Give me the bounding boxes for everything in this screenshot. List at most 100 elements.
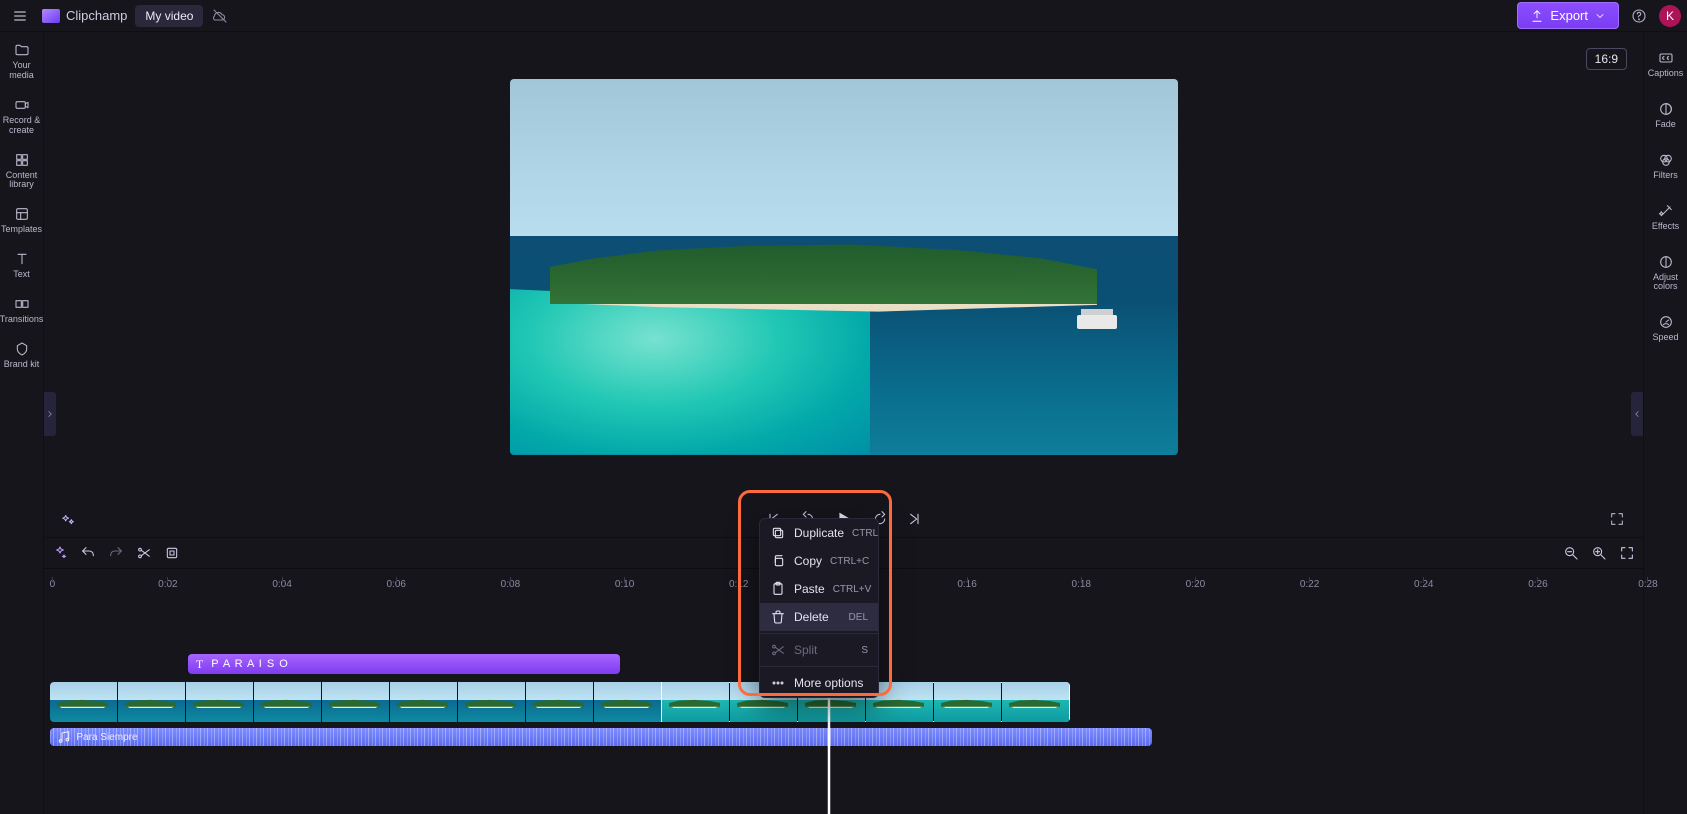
- left-rail-folder[interactable]: Your media: [0, 40, 43, 83]
- zoom-fit-button[interactable]: [1619, 545, 1635, 561]
- rail-label: Fade: [1655, 120, 1676, 130]
- right-sidebar: Captions Fade Filters Effects Adjust colors S…: [1643, 32, 1687, 814]
- preview-area: 16:9: [44, 32, 1643, 537]
- effects-icon: [1658, 203, 1674, 219]
- ctx-split: SplitS: [760, 636, 878, 664]
- fullscreen-button[interactable]: [1603, 507, 1631, 531]
- ai-magic-button[interactable]: [54, 507, 82, 531]
- ruler-tick: 0:26: [1528, 569, 1547, 594]
- transitions-icon: [14, 296, 30, 312]
- video-thumb: [186, 682, 254, 722]
- ruler-tick: 0:24: [1414, 569, 1433, 594]
- left-rail-text[interactable]: Text: [0, 249, 43, 282]
- rail-label: Speed: [1652, 333, 1678, 343]
- left-rail-transitions[interactable]: Transitions: [0, 294, 43, 327]
- right-rail-adjust[interactable]: Adjust colors: [1644, 252, 1687, 295]
- video-thumb: [390, 682, 458, 722]
- video-clip[interactable]: [50, 682, 662, 722]
- rail-label: Effects: [1652, 222, 1679, 232]
- left-rail-brand[interactable]: Brand kit: [0, 339, 43, 372]
- ctx-shortcut: CTRL+C: [830, 556, 869, 567]
- left-rail-camera[interactable]: Record & create: [0, 95, 43, 138]
- adjust-icon: [1658, 254, 1674, 270]
- ruler-tick: 0:18: [1072, 569, 1091, 594]
- video-thumb: [934, 682, 1002, 722]
- rail-label: Captions: [1648, 69, 1684, 79]
- menu-button[interactable]: [6, 2, 34, 30]
- ctx-copy[interactable]: CopyCTRL+C: [760, 547, 878, 575]
- ctx-shortcut: DEL: [849, 612, 868, 623]
- ctx-shortcut: CTRL+D: [852, 528, 879, 539]
- video-thumb: [1002, 682, 1070, 722]
- right-rail-effects[interactable]: Effects: [1644, 201, 1687, 234]
- video-track[interactable]: [50, 682, 1070, 722]
- ctx-more-options[interactable]: More options: [760, 669, 878, 697]
- rail-label: Transitions: [0, 315, 43, 325]
- left-sidebar: Your media Record & create Content library…: [0, 32, 44, 814]
- cc-icon: [1658, 50, 1674, 66]
- grid-icon: [14, 152, 30, 168]
- ctx-delete[interactable]: Delete DEL: [760, 603, 878, 631]
- camera-icon: [14, 97, 30, 113]
- audio-clip-label: Para Siempre: [76, 732, 137, 743]
- undo-button[interactable]: [80, 545, 96, 561]
- rail-label: Filters: [1653, 171, 1678, 181]
- ctx-label: More options: [794, 676, 863, 690]
- ruler-tick: 0:22: [1300, 569, 1319, 594]
- left-rail-grid[interactable]: Content library: [0, 150, 43, 193]
- text-icon: T: [196, 657, 203, 672]
- ruler-tick: 0: [50, 569, 56, 594]
- video-preview[interactable]: [510, 79, 1178, 455]
- zoom-out-button[interactable]: [1563, 545, 1579, 561]
- help-button[interactable]: [1627, 4, 1651, 28]
- zoom-in-button[interactable]: [1591, 545, 1607, 561]
- rail-label: Adjust colors: [1644, 273, 1687, 293]
- split-button[interactable]: [136, 545, 152, 561]
- copy-icon: [770, 553, 786, 569]
- ruler-tick: 0:08: [501, 569, 520, 594]
- topbar: Clipchamp My video Export K: [0, 0, 1687, 32]
- skip-end-button[interactable]: [904, 509, 924, 529]
- ruler-tick: 0:12: [729, 569, 748, 594]
- ctx-paste[interactable]: PasteCTRL+V: [760, 575, 878, 603]
- right-rail-speed[interactable]: Speed: [1644, 312, 1687, 345]
- clip-context-menu: DuplicateCTRL+DCopyCTRL+CPasteCTRL+VDele…: [759, 518, 879, 698]
- rail-label: Your media: [0, 61, 43, 81]
- ruler-tick: 0:10: [615, 569, 634, 594]
- duplicate-icon: [770, 525, 786, 541]
- title-clip-label: P A R A I S O: [211, 658, 289, 670]
- video-thumb: [662, 682, 730, 722]
- rail-label: Content library: [0, 171, 43, 191]
- project-title[interactable]: My video: [135, 5, 203, 27]
- brand: Clipchamp: [42, 8, 127, 23]
- scissors-icon: [770, 642, 786, 658]
- brand-icon: [14, 341, 30, 357]
- ruler-tick: 0:06: [387, 569, 406, 594]
- export-label: Export: [1550, 8, 1588, 23]
- right-rail-cc[interactable]: Captions: [1644, 48, 1687, 81]
- ctx-label: Duplicate: [794, 526, 844, 540]
- ruler-tick: 0:16: [957, 569, 976, 594]
- ctx-label: Delete: [794, 610, 829, 624]
- filters-icon: [1658, 152, 1674, 168]
- ctx-duplicate[interactable]: Duplicate CTRL+D: [760, 519, 878, 547]
- crop-button[interactable]: [164, 545, 180, 561]
- aspect-ratio-chip[interactable]: 16:9: [1586, 48, 1627, 70]
- clipchamp-logo-icon: [42, 9, 60, 23]
- audio-clip[interactable]: Para Siempre: [50, 728, 1152, 746]
- video-thumb: [594, 682, 662, 722]
- right-rail-fade[interactable]: Fade: [1644, 99, 1687, 132]
- avatar[interactable]: K: [1659, 5, 1681, 27]
- ai-tools-button[interactable]: [52, 545, 68, 561]
- export-button[interactable]: Export: [1517, 2, 1619, 29]
- rail-label: Brand kit: [4, 360, 40, 370]
- ruler-tick: 0:02: [158, 569, 177, 594]
- right-rail-filters[interactable]: Filters: [1644, 150, 1687, 183]
- left-rail-templates[interactable]: Templates: [0, 204, 43, 237]
- redo-button: [108, 545, 124, 561]
- trash-icon: [770, 609, 786, 625]
- fade-icon: [1658, 101, 1674, 117]
- ruler-tick: 0:04: [272, 569, 291, 594]
- video-thumb: [322, 682, 390, 722]
- title-clip[interactable]: TP A R A I S O: [188, 654, 620, 674]
